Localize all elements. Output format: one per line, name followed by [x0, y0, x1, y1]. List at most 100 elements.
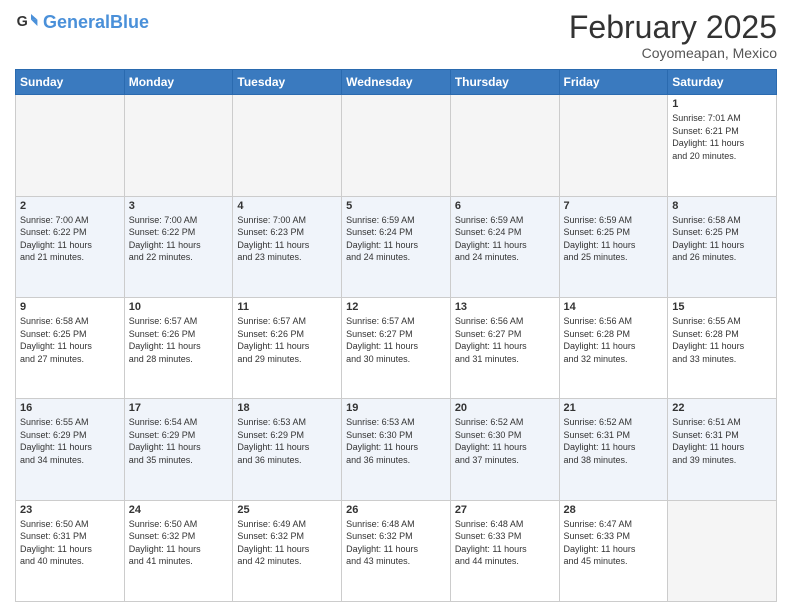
cell-w4-d6: 21Sunrise: 6:52 AM Sunset: 6:31 PM Dayli…	[559, 399, 668, 500]
cell-w1-d3	[233, 95, 342, 196]
day-info: Sunrise: 6:57 AM Sunset: 6:27 PM Dayligh…	[346, 315, 446, 365]
col-thursday: Thursday	[450, 70, 559, 95]
week-row-1: 1 Sunrise: 7:01 AM Sunset: 6:21 PM Daylig…	[16, 95, 777, 196]
day-number: 11	[237, 301, 337, 313]
day-number: 5	[346, 200, 446, 212]
day-number: 17	[129, 402, 229, 414]
day-info: Sunrise: 6:55 AM Sunset: 6:28 PM Dayligh…	[672, 315, 772, 365]
day-number: 12	[346, 301, 446, 313]
cell-w4-d1: 16 Sunrise: 6:55 AM Sunset: 6:29 PM Dayli…	[16, 399, 125, 500]
cell-w2-d1: 2 Sunrise: 7:00 AM Sunset: 6:22 PM Daylig…	[16, 196, 125, 297]
cell-w2-d4: 5 Sunrise: 6:59 AM Sunset: 6:24 PM Daylig…	[342, 196, 451, 297]
logo-general: General	[43, 12, 110, 32]
day-info: Sunrise: 6:48 AM Sunset: 6:33 PM Dayligh…	[455, 518, 555, 568]
day-number: 21	[564, 402, 664, 414]
page: G GeneralBlue February 2025 Coyomeapan, …	[0, 0, 792, 612]
cell-w2-d7: 8 Sunrise: 6:58 AM Sunset: 6:25 PM Daylig…	[668, 196, 777, 297]
day-info: Sunrise: 6:59 AM Sunset: 6:24 PM Dayligh…	[346, 214, 446, 264]
week-row-5: 23Sunrise: 6:50 AM Sunset: 6:31 PM Dayli…	[16, 500, 777, 601]
day-info: Sunrise: 6:59 AM Sunset: 6:24 PM Dayligh…	[455, 214, 555, 264]
day-info: Sunrise: 6:50 AM Sunset: 6:32 PM Dayligh…	[129, 518, 229, 568]
week-row-4: 16 Sunrise: 6:55 AM Sunset: 6:29 PM Dayli…	[16, 399, 777, 500]
cell-w4-d4: 19 Sunrise: 6:53 AM Sunset: 6:30 PM Dayli…	[342, 399, 451, 500]
day-number: 2	[20, 200, 120, 212]
cell-w4-d7: 22 Sunrise: 6:51 AM Sunset: 6:31 PM Dayli…	[668, 399, 777, 500]
day-info: Sunrise: 6:56 AM Sunset: 6:27 PM Dayligh…	[455, 315, 555, 365]
col-saturday: Saturday	[668, 70, 777, 95]
cell-w5-d5: 27 Sunrise: 6:48 AM Sunset: 6:33 PM Dayli…	[450, 500, 559, 601]
logo-icon: G	[15, 10, 39, 34]
day-number: 16	[20, 402, 120, 414]
day-number: 13	[455, 301, 555, 313]
day-info: Sunrise: 7:00 AM Sunset: 6:22 PM Dayligh…	[20, 214, 120, 264]
day-info: Sunrise: 6:58 AM Sunset: 6:25 PM Dayligh…	[20, 315, 120, 365]
day-info: Sunrise: 7:00 AM Sunset: 6:22 PM Dayligh…	[129, 214, 229, 264]
col-friday: Friday	[559, 70, 668, 95]
day-number: 1	[672, 98, 772, 110]
logo: G GeneralBlue	[15, 10, 149, 34]
cell-w3-d4: 12 Sunrise: 6:57 AM Sunset: 6:27 PM Dayli…	[342, 297, 451, 398]
cell-w2-d6: 7Sunrise: 6:59 AM Sunset: 6:25 PM Daylig…	[559, 196, 668, 297]
logo-text: GeneralBlue	[43, 13, 149, 31]
cell-w1-d6	[559, 95, 668, 196]
day-info: Sunrise: 6:58 AM Sunset: 6:25 PM Dayligh…	[672, 214, 772, 264]
cell-w1-d2	[124, 95, 233, 196]
day-info: Sunrise: 6:53 AM Sunset: 6:30 PM Dayligh…	[346, 416, 446, 466]
day-number: 28	[564, 504, 664, 516]
calendar-table: Sunday Monday Tuesday Wednesday Thursday…	[15, 69, 777, 602]
day-number: 19	[346, 402, 446, 414]
col-tuesday: Tuesday	[233, 70, 342, 95]
calendar-header-row: Sunday Monday Tuesday Wednesday Thursday…	[16, 70, 777, 95]
day-number: 22	[672, 402, 772, 414]
cell-w5-d6: 28 Sunrise: 6:47 AM Sunset: 6:33 PM Dayli…	[559, 500, 668, 601]
day-info: Sunrise: 6:57 AM Sunset: 6:26 PM Dayligh…	[129, 315, 229, 365]
day-number: 9	[20, 301, 120, 313]
cell-w3-d2: 10 Sunrise: 6:57 AM Sunset: 6:26 PM Dayli…	[124, 297, 233, 398]
day-info: Sunrise: 6:48 AM Sunset: 6:32 PM Dayligh…	[346, 518, 446, 568]
day-info: Sunrise: 6:47 AM Sunset: 6:33 PM Dayligh…	[564, 518, 664, 568]
day-info: Sunrise: 7:01 AM Sunset: 6:21 PM Dayligh…	[672, 112, 772, 162]
cell-w5-d3: 25 Sunrise: 6:49 AM Sunset: 6:32 PM Dayli…	[233, 500, 342, 601]
day-number: 8	[672, 200, 772, 212]
cell-w1-d1	[16, 95, 125, 196]
day-info: Sunrise: 6:49 AM Sunset: 6:32 PM Dayligh…	[237, 518, 337, 568]
day-info: Sunrise: 6:53 AM Sunset: 6:29 PM Dayligh…	[237, 416, 337, 466]
cell-w5-d7	[668, 500, 777, 601]
day-info: Sunrise: 6:51 AM Sunset: 6:31 PM Dayligh…	[672, 416, 772, 466]
day-number: 14	[564, 301, 664, 313]
day-number: 10	[129, 301, 229, 313]
day-number: 23	[20, 504, 120, 516]
day-number: 18	[237, 402, 337, 414]
day-number: 7	[564, 200, 664, 212]
cell-w5-d2: 24 Sunrise: 6:50 AM Sunset: 6:32 PM Dayli…	[124, 500, 233, 601]
day-number: 27	[455, 504, 555, 516]
logo-blue: Blue	[110, 12, 149, 32]
day-info: Sunrise: 6:56 AM Sunset: 6:28 PM Dayligh…	[564, 315, 664, 365]
cell-w2-d5: 6Sunrise: 6:59 AM Sunset: 6:24 PM Daylig…	[450, 196, 559, 297]
cell-w2-d2: 3Sunrise: 7:00 AM Sunset: 6:22 PM Daylig…	[124, 196, 233, 297]
title-block: February 2025 Coyomeapan, Mexico	[569, 10, 777, 61]
cell-w4-d3: 18 Sunrise: 6:53 AM Sunset: 6:29 PM Dayli…	[233, 399, 342, 500]
day-number: 20	[455, 402, 555, 414]
day-info: Sunrise: 6:55 AM Sunset: 6:29 PM Dayligh…	[20, 416, 120, 466]
cell-w4-d5: 20 Sunrise: 6:52 AM Sunset: 6:30 PM Dayli…	[450, 399, 559, 500]
cell-w5-d4: 26 Sunrise: 6:48 AM Sunset: 6:32 PM Dayli…	[342, 500, 451, 601]
cell-w4-d2: 17 Sunrise: 6:54 AM Sunset: 6:29 PM Dayli…	[124, 399, 233, 500]
day-number: 15	[672, 301, 772, 313]
cell-w3-d5: 13 Sunrise: 6:56 AM Sunset: 6:27 PM Dayli…	[450, 297, 559, 398]
day-number: 25	[237, 504, 337, 516]
cell-w1-d4	[342, 95, 451, 196]
day-info: Sunrise: 6:54 AM Sunset: 6:29 PM Dayligh…	[129, 416, 229, 466]
cell-w1-d5	[450, 95, 559, 196]
day-number: 26	[346, 504, 446, 516]
location-subtitle: Coyomeapan, Mexico	[569, 45, 777, 61]
day-number: 4	[237, 200, 337, 212]
week-row-2: 2 Sunrise: 7:00 AM Sunset: 6:22 PM Daylig…	[16, 196, 777, 297]
day-number: 24	[129, 504, 229, 516]
svg-text:G: G	[17, 14, 28, 30]
cell-w3-d6: 14 Sunrise: 6:56 AM Sunset: 6:28 PM Dayli…	[559, 297, 668, 398]
cell-w3-d7: 15 Sunrise: 6:55 AM Sunset: 6:28 PM Dayli…	[668, 297, 777, 398]
day-info: Sunrise: 6:52 AM Sunset: 6:30 PM Dayligh…	[455, 416, 555, 466]
day-info: Sunrise: 7:00 AM Sunset: 6:23 PM Dayligh…	[237, 214, 337, 264]
cell-w1-d7: 1 Sunrise: 7:01 AM Sunset: 6:21 PM Daylig…	[668, 95, 777, 196]
